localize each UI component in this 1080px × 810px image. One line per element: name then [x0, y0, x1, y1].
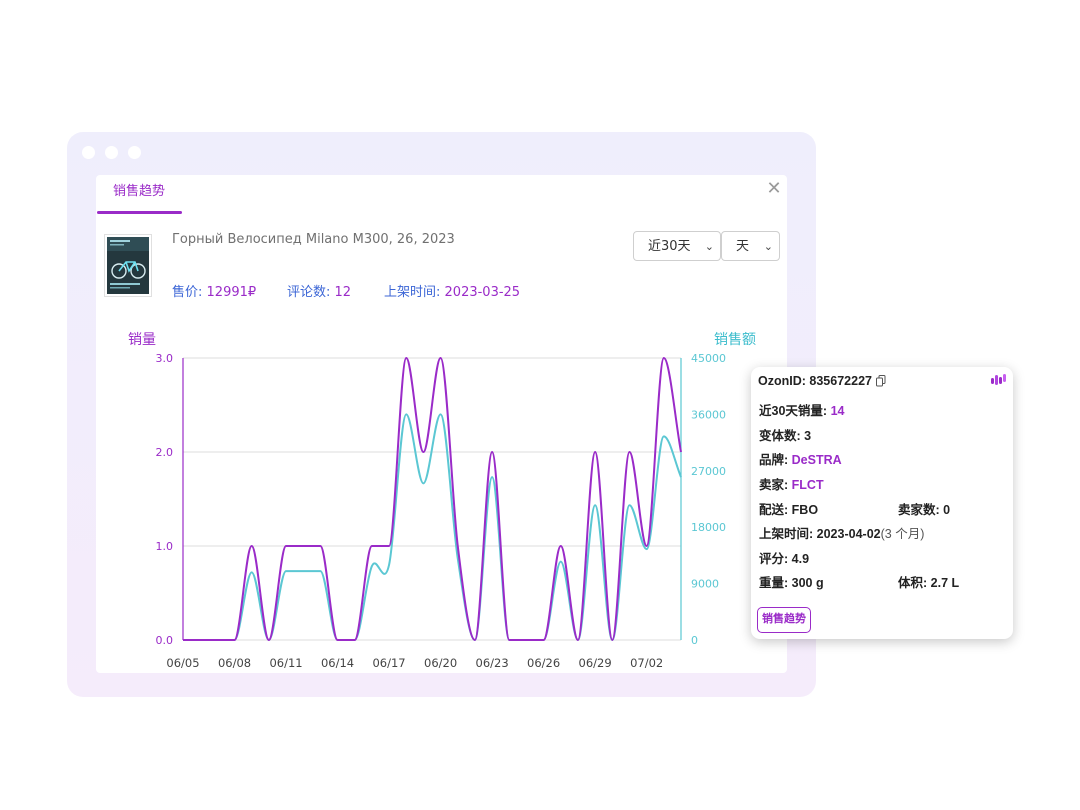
popup-row-value: 14 — [830, 404, 845, 418]
y-right-tick-label: 18000 — [691, 521, 726, 534]
sellers-count-label: 卖家数: — [898, 503, 940, 517]
listed-value: 2023-04-02 — [816, 527, 881, 541]
seller-link[interactable]: FLCT — [792, 478, 824, 492]
popup-row: 变体数: 3 — [759, 425, 811, 444]
rating-value: 4.9 — [791, 552, 810, 566]
x-tick-label: 06/14 — [321, 656, 354, 670]
volume-row: 体积: 2.7 L — [898, 572, 959, 591]
popup-row: 卖家: FLCT — [759, 474, 824, 493]
delivery-value: FBO — [791, 503, 819, 517]
ozon-id-label: OzonID: — [758, 374, 806, 388]
y-right-tick-label: 36000 — [691, 408, 726, 421]
delivery-row: 配送: FBO — [759, 499, 818, 518]
popup-row-label: 卖家: — [759, 478, 789, 492]
copy-icon[interactable] — [876, 375, 886, 387]
listed-label: 上架时间: — [759, 527, 814, 541]
product-info-popup: OzonID: 835672227 近30天销量: 14 变体数: 3 品牌: … — [751, 367, 1013, 639]
y-right-tick-label: 0 — [691, 634, 698, 647]
listed-note: (3 个月) — [880, 527, 925, 541]
x-tick-label: 06/11 — [269, 656, 302, 670]
popup-row-label: 变体数: — [759, 429, 801, 443]
y-right-tick-label: 45000 — [691, 352, 726, 365]
volume-value: 2.7 L — [930, 576, 960, 590]
ozon-id-value: 835672227 — [809, 374, 872, 388]
x-tick-label: 06/17 — [372, 656, 405, 670]
sellers-count-row: 卖家数: 0 — [898, 499, 950, 518]
x-tick-label: 06/08 — [218, 656, 251, 670]
sales-volume-line — [182, 356, 682, 642]
rating-label: 评分: — [759, 552, 789, 566]
x-tick-label: 06/26 — [527, 656, 560, 670]
weight-label: 重量: — [759, 576, 789, 590]
popup-row-value: 3 — [804, 429, 812, 443]
x-tick-label: 06/05 — [166, 656, 199, 670]
brand-link[interactable]: DeSTRA — [792, 453, 842, 467]
delivery-label: 配送: — [759, 503, 789, 517]
popup-row: 近30天销量: 14 — [759, 400, 844, 419]
popup-row-label: 品牌: — [759, 453, 789, 467]
popup-row: 品牌: DeSTRA — [759, 449, 842, 468]
y-right-tick-label: 9000 — [691, 578, 719, 591]
brand-logo-icon — [991, 374, 1006, 385]
weight-value: 300 g — [791, 576, 824, 590]
volume-label: 体积: — [898, 576, 928, 590]
y-right-tick-label: 27000 — [691, 465, 726, 478]
rating-row: 评分: 4.9 — [759, 548, 809, 567]
sales-revenue-line — [182, 413, 682, 642]
x-tick-label: 07/02 — [630, 656, 663, 670]
sales-trend-button[interactable]: 销售趋势 — [757, 607, 811, 633]
ozon-id-row: OzonID: 835672227 — [758, 374, 872, 388]
popup-row-label: 近30天销量: — [759, 404, 828, 418]
weight-row: 重量: 300 g — [759, 572, 824, 591]
x-tick-label: 06/29 — [579, 656, 612, 670]
y-left-tick-label: 3.0 — [156, 352, 174, 365]
listed-row: 上架时间: 2023-04-02(3 个月) — [759, 523, 924, 542]
y-left-tick-label: 1.0 — [156, 540, 174, 553]
sellers-count-value: 0 — [943, 503, 951, 517]
x-tick-label: 06/20 — [424, 656, 457, 670]
y-left-tick-label: 2.0 — [156, 446, 174, 459]
x-tick-label: 06/23 — [476, 656, 509, 670]
y-left-tick-label: 0.0 — [156, 634, 174, 647]
